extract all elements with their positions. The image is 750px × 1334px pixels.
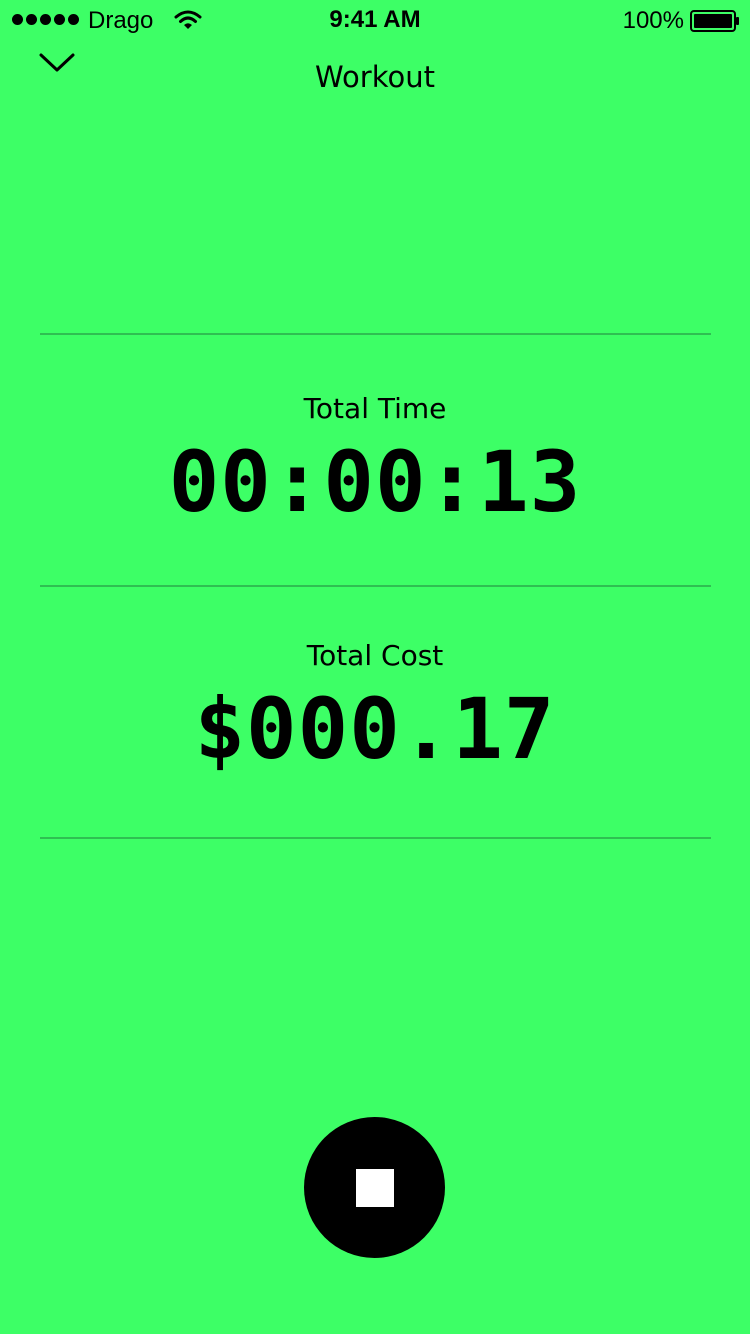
battery-percentage: 100% — [622, 7, 684, 34]
workout-screen: Drago 9:41 AM 100% Workout Total Time 00… — [0, 0, 750, 1334]
stop-icon — [355, 1168, 394, 1207]
divider — [40, 333, 711, 335]
page-title: Workout — [315, 60, 435, 94]
total-cost-value: $000.17 — [194, 680, 556, 778]
stop-button[interactable] — [304, 1117, 445, 1258]
status-bar: Drago 9:41 AM 100% — [0, 0, 750, 40]
total-time-label: Total Time — [303, 392, 447, 425]
divider — [40, 585, 711, 587]
total-time-value: 00:00:13 — [168, 433, 582, 531]
divider — [40, 837, 711, 839]
total-cost-label: Total Cost — [306, 639, 444, 672]
battery-icon — [690, 10, 739, 32]
